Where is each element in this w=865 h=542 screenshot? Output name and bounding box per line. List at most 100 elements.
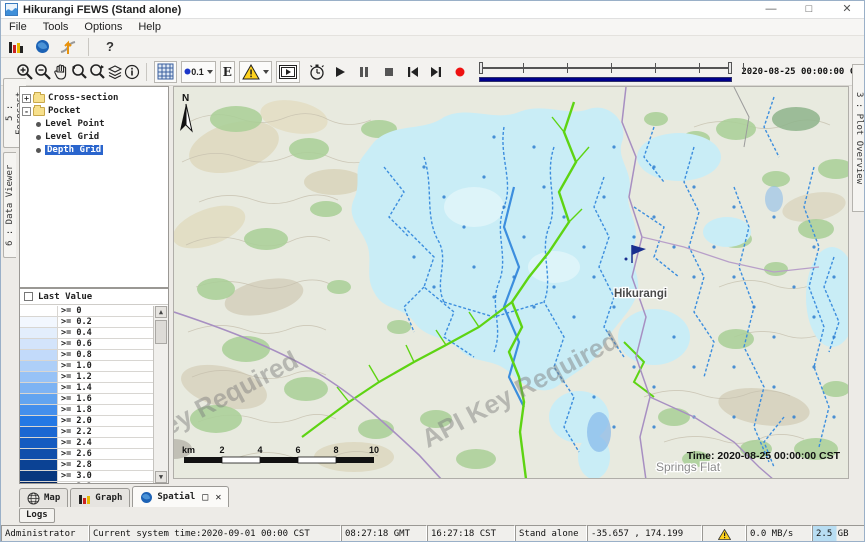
timer-icon[interactable] [308, 61, 326, 83]
logs-button[interactable]: Logs [19, 508, 55, 523]
tree-item-level-grid[interactable]: Level Grid [22, 131, 168, 143]
main-region: 5 : Forecast 6 : Data Viewer + Cross-sec… [1, 86, 865, 484]
right-tab-strip: 3 : Plot Overview [849, 86, 865, 484]
wireframe-globe-icon [27, 492, 40, 505]
last-frame-button[interactable] [427, 61, 445, 83]
collapse-icon[interactable]: - [22, 107, 31, 116]
warning-icon [718, 529, 731, 540]
tab-graph[interactable]: Graph [70, 488, 130, 507]
help-button[interactable]: ? [106, 39, 114, 54]
globe-icon [140, 491, 153, 504]
svg-text:km: km [182, 445, 195, 455]
tree-item-label: Cross-section [48, 93, 118, 103]
legend-scrollbar[interactable]: ▲ ▼ [153, 306, 168, 483]
first-frame-button[interactable] [404, 61, 422, 83]
last-value-label: Last Value [38, 292, 92, 302]
folder-icon [33, 107, 45, 116]
last-value-checkbox[interactable] [24, 292, 33, 301]
tree-item-level-point[interactable]: Level Point [22, 118, 168, 130]
map-canvas: API Key Required API Key Required Hikura… [174, 87, 849, 479]
main-toolbar: ? [1, 36, 865, 58]
folder-icon [33, 94, 45, 103]
menu-options[interactable]: Options [76, 21, 130, 33]
pause-button[interactable] [356, 61, 374, 83]
record-button[interactable] [451, 61, 469, 83]
svg-text:2: 2 [219, 445, 224, 455]
window-title: Hikurangi FEWS (Stand alone) [23, 4, 181, 16]
status-warning-cell[interactable] [702, 525, 746, 542]
toolbar-separator [88, 38, 89, 56]
tab-data-viewer[interactable]: 6 : Data Viewer [3, 152, 16, 258]
time-slider[interactable] [477, 60, 735, 84]
interval-value: 0.1 [191, 67, 204, 77]
zoom-out-icon[interactable] [34, 61, 52, 83]
dot-icon [184, 68, 191, 75]
tree-item-cross-section[interactable]: + Cross-section [22, 92, 168, 104]
map-toolbar: 0.1 E [1, 58, 865, 86]
minimize-button[interactable]: — [752, 1, 790, 19]
svg-text:6: 6 [295, 445, 300, 455]
pan-hand-icon[interactable] [52, 61, 70, 83]
play-button[interactable] [331, 61, 349, 83]
layers-icon[interactable] [106, 61, 124, 83]
menu-help[interactable]: Help [130, 21, 169, 33]
logs-row: Logs [1, 507, 865, 525]
legend-panel: Last Value >= 0 >= 0.2 >= 0.4 >= 0.6 >= … [19, 288, 169, 484]
status-local-time: 16:27:18 CST [427, 525, 515, 542]
map-view[interactable]: API Key Required API Key Required Hikura… [173, 86, 849, 479]
rating-curve-icon[interactable] [57, 36, 79, 58]
tab-close-icon[interactable]: ✕ [215, 492, 221, 503]
menu-file[interactable]: File [1, 21, 35, 33]
chevron-down-icon [207, 70, 213, 74]
left-tab-strip: 5 : Forecast 6 : Data Viewer [1, 86, 19, 484]
scrollbar-thumb[interactable] [155, 320, 167, 344]
scroll-down-icon[interactable]: ▼ [155, 471, 167, 483]
maximize-button[interactable]: □ [790, 1, 828, 19]
tree-item-label-selected: Depth Grid [45, 145, 103, 155]
svg-text:10: 10 [369, 445, 379, 455]
tab-spatial[interactable]: Spatial □ ✕ [132, 486, 229, 507]
app-logo-icon [5, 3, 18, 16]
menu-bar: File Tools Options Help [1, 19, 865, 36]
tab-map[interactable]: Map [19, 488, 68, 507]
tab-map-label: Map [44, 493, 60, 503]
svg-text:8: 8 [333, 445, 338, 455]
tab-plot-overview[interactable]: 3 : Plot Overview [852, 64, 865, 212]
filter-tree-panel: + Cross-section - Pocket Level Point Lev… [19, 86, 169, 288]
slider-handle-start[interactable] [479, 62, 483, 74]
status-system-time: Current system time:2020-09-01 00:00 CST [89, 525, 341, 542]
close-button[interactable]: ✕ [828, 1, 865, 19]
place-label-hikurangi: Hikurangi [614, 288, 667, 300]
grid-toggle-button[interactable] [154, 61, 177, 83]
bar-chart-icon [78, 492, 91, 505]
threshold-warning-dropdown[interactable] [239, 61, 272, 83]
time-span-bar [479, 77, 733, 82]
stop-button[interactable] [380, 61, 398, 83]
menu-tools[interactable]: Tools [35, 21, 77, 33]
elevation-button[interactable]: E [220, 61, 235, 83]
node-bullet-icon [36, 122, 41, 127]
zoom-previous-icon[interactable] [70, 61, 88, 83]
info-icon[interactable] [124, 61, 142, 83]
place-label-springs-flat: Springs Flat [656, 460, 721, 474]
current-time-label: 2020-08-25 00:00:00 CST [741, 67, 865, 77]
tree-item-label: Level Point [45, 119, 105, 129]
expand-icon[interactable]: + [22, 94, 31, 103]
zoom-next-icon[interactable] [88, 61, 106, 83]
status-user: Administrator [1, 525, 89, 542]
status-memory: 2.5 GB [812, 525, 865, 542]
tree-item-pocket[interactable]: - Pocket [22, 105, 168, 117]
interval-dropdown[interactable]: 0.1 [181, 61, 216, 83]
globe-icon[interactable] [31, 36, 53, 58]
database-chart-icon[interactable] [5, 36, 27, 58]
legend-table: >= 0 >= 0.2 >= 0.4 >= 0.6 >= 0.8 >= 1.0 … [20, 306, 153, 483]
tree-item-label: Pocket [48, 106, 81, 116]
svg-text:4: 4 [257, 445, 262, 455]
animation-button[interactable] [276, 61, 300, 83]
slider-handle-end[interactable] [728, 62, 732, 74]
status-mode: Stand alone [515, 525, 587, 542]
tree-item-depth-grid[interactable]: Depth Grid [22, 144, 168, 156]
tab-maximize-icon[interactable]: □ [202, 492, 208, 503]
scroll-up-icon[interactable]: ▲ [155, 306, 167, 318]
application-window: Hikurangi FEWS (Stand alone) — □ ✕ File … [0, 0, 865, 542]
